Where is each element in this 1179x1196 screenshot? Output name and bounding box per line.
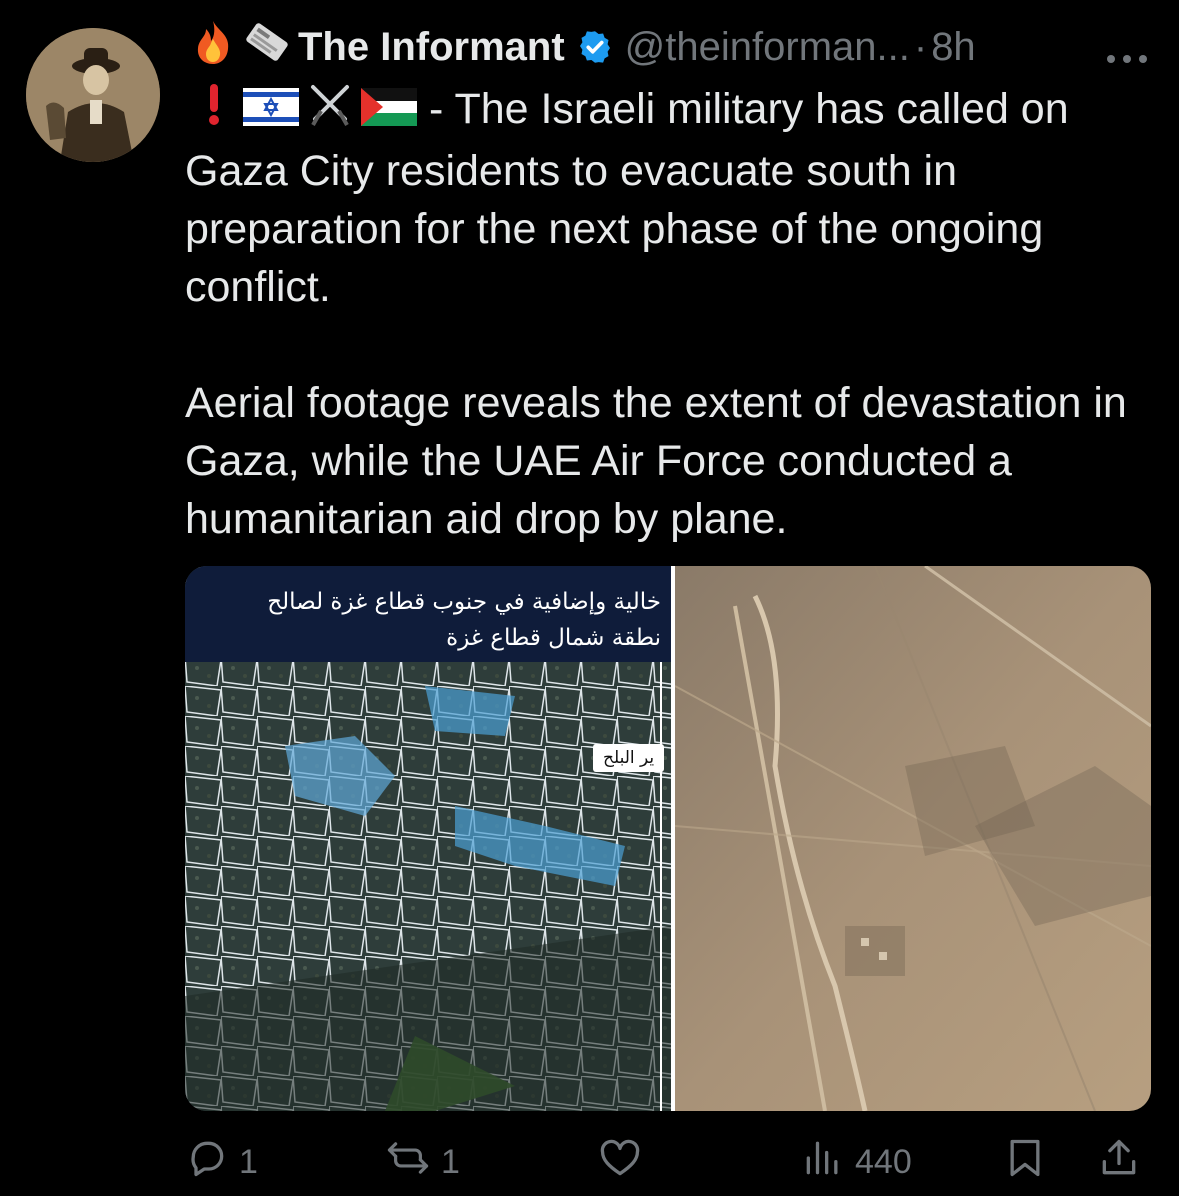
analytics-icon <box>801 1136 845 1189</box>
aerial-graphic <box>675 566 1151 1111</box>
views-button[interactable]: 440 <box>801 1136 912 1189</box>
palestine-flag-icon <box>361 83 417 141</box>
view-count: 440 <box>855 1143 912 1181</box>
map-title-banner: خالية وإضافية في جنوب قطاع غزة لصالح نطق… <box>185 566 671 662</box>
tweet-header: The Informant @theinforman... · 8h <box>192 19 1167 75</box>
share-button[interactable] <box>1097 1136 1141 1189</box>
action-bar: 1 1 440 <box>185 1136 1160 1192</box>
newspaper-icon <box>242 19 292 75</box>
reply-button[interactable]: 1 <box>185 1136 258 1189</box>
media-gallery[interactable]: خالية وإضافية في جنوب قطاع غزة لصالح نطق… <box>185 566 1151 1111</box>
exclamation-icon <box>207 82 221 141</box>
avatar-photo <box>26 28 160 162</box>
bookmark-icon <box>1003 1136 1047 1189</box>
israel-flag-icon <box>243 83 299 141</box>
share-icon <box>1097 1136 1141 1189</box>
handle[interactable]: @theinforman... <box>625 25 910 70</box>
map-place-label: ير البلح <box>593 744 665 772</box>
avatar[interactable] <box>26 28 160 162</box>
display-name[interactable]: The Informant <box>298 25 565 70</box>
crossed-swords-icon <box>307 81 353 142</box>
fire-icon <box>192 19 234 75</box>
tweet-paragraph-2: Aerial footage reveals the extent of dev… <box>185 379 1127 544</box>
reply-icon <box>185 1136 229 1189</box>
repost-count: 1 <box>441 1143 460 1181</box>
more-options-icon[interactable] <box>1105 32 1149 74</box>
separator-dot: · <box>913 24 928 69</box>
timestamp[interactable]: 8h <box>931 25 976 70</box>
map-image[interactable]: خالية وإضافية في جنوب قطاع غزة لصالح نطق… <box>185 566 671 1111</box>
like-button[interactable] <box>597 1136 653 1189</box>
repost-icon <box>385 1136 431 1189</box>
reply-count: 1 <box>239 1143 258 1181</box>
lead-emoji-group <box>207 81 417 142</box>
map-banner-line-1: خالية وإضافية في جنوب قطاع غزة لصالح <box>267 589 661 615</box>
heart-icon <box>597 1136 643 1189</box>
aerial-photo[interactable] <box>675 566 1151 1111</box>
map-banner-line-2: نطقة شمال قطاع غزة <box>446 625 661 651</box>
tweet-text: - The Israeli military has called on Gaz… <box>185 80 1160 548</box>
repost-button[interactable]: 1 <box>385 1136 460 1189</box>
verified-badge-icon <box>577 29 613 65</box>
bookmark-button[interactable] <box>1003 1136 1047 1189</box>
